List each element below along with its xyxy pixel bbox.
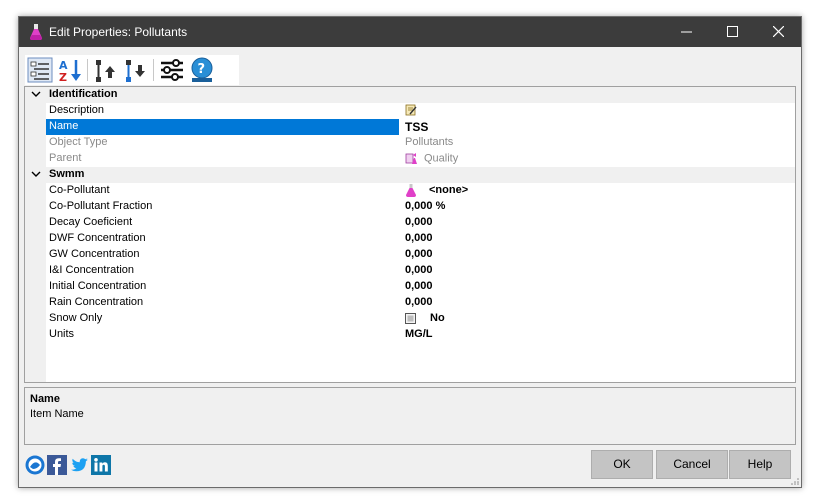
category-label: Swmm — [49, 168, 85, 180]
settings-button[interactable] — [159, 57, 185, 83]
property-name: Co-Pollutant — [49, 184, 110, 196]
property-name: Description — [49, 104, 105, 116]
property-name: GW Concentration — [49, 248, 140, 260]
property-value[interactable]: 0,000 — [405, 296, 785, 311]
twitter-icon[interactable] — [69, 455, 89, 475]
property-value[interactable]: MG/L — [405, 328, 785, 343]
help-icon: ? — [191, 57, 213, 82]
categorized-view-icon — [27, 57, 53, 83]
move-up-button[interactable] — [93, 57, 119, 83]
toolbar: A Z ? — [25, 55, 239, 85]
property-name: Parent — [49, 152, 82, 164]
property-name: Rain Concentration — [49, 296, 144, 308]
facebook-icon[interactable] — [47, 455, 67, 475]
settings-sliders-icon — [161, 59, 183, 81]
minimize-icon — [680, 31, 692, 33]
close-icon — [772, 25, 784, 38]
property-row-description[interactable]: Description — [25, 103, 795, 119]
window-title: Edit Properties: Pollutants — [49, 25, 188, 39]
flask-icon — [29, 24, 43, 40]
svg-text:?: ? — [198, 62, 206, 77]
quality-icon — [405, 153, 417, 164]
resize-grip-icon[interactable] — [791, 477, 799, 485]
edit-note-icon[interactable] — [405, 104, 417, 116]
property-row-rain-concentration[interactable]: Rain Concentration 0,000 — [25, 295, 795, 311]
property-value[interactable] — [405, 104, 785, 119]
property-name: Co-Pollutant Fraction — [49, 200, 153, 212]
move-down-icon — [126, 60, 145, 82]
property-row-initial-concentration[interactable]: Initial Concentration 0,000 — [25, 279, 795, 295]
property-row-object-type[interactable]: Object Type Pollutants — [25, 135, 795, 151]
move-up-icon — [96, 60, 115, 82]
property-row-snow-only[interactable]: Snow Only No — [25, 311, 795, 327]
selected-property-name[interactable]: Name — [46, 119, 399, 135]
maximize-icon — [726, 26, 738, 37]
property-row-units[interactable]: Units MG/L — [25, 327, 795, 343]
linkedin-icon[interactable] — [91, 455, 111, 475]
property-value[interactable]: No — [405, 312, 785, 327]
toolbar-separator — [153, 59, 154, 81]
categorized-view-button[interactable] — [27, 57, 53, 83]
title-bar[interactable]: Edit Properties: Pollutants — [19, 17, 801, 47]
property-value[interactable]: TSS — [405, 120, 785, 135]
property-row-gw-concentration[interactable]: GW Concentration 0,000 — [25, 247, 795, 263]
flask-icon — [406, 184, 416, 197]
property-name: Units — [49, 328, 75, 340]
property-grid: Identification Description Name TSS Obje… — [24, 86, 796, 383]
property-row-ii-concentration[interactable]: I&I Concentration 0,000 — [25, 263, 795, 279]
cancel-button[interactable]: Cancel — [656, 450, 728, 479]
help-toolbar-button[interactable]: ? — [189, 57, 215, 83]
checkbox-icon[interactable] — [405, 312, 416, 324]
property-row-parent[interactable]: Parent Quality — [25, 151, 795, 167]
property-name: Initial Concentration — [49, 280, 147, 292]
property-value[interactable]: 0,000 — [405, 264, 785, 279]
website-icon[interactable] — [25, 455, 45, 475]
property-value[interactable]: 0,000 — [405, 248, 785, 263]
sort-az-button[interactable]: A Z — [57, 57, 83, 84]
property-value: Quality — [405, 152, 785, 167]
property-value[interactable]: 0,000 % — [405, 200, 785, 215]
properties-dialog: Edit Properties: Pollutants A Z ? Identi… — [18, 16, 802, 488]
description-text: Item Name — [30, 408, 84, 420]
sort-az-icon: A Z — [59, 59, 81, 84]
toolbar-separator — [87, 59, 88, 81]
maximize-button[interactable] — [709, 17, 755, 47]
property-row-name[interactable]: Name TSS — [25, 119, 795, 135]
chevron-down-icon[interactable] — [31, 89, 41, 99]
property-name: I&I Concentration — [49, 264, 134, 276]
description-title: Name — [30, 393, 60, 405]
property-name: DWF Concentration — [49, 232, 146, 244]
svg-text:Z: Z — [59, 71, 67, 83]
category-identification[interactable]: Identification — [25, 87, 795, 103]
property-value[interactable]: 0,000 — [405, 280, 785, 295]
description-panel: Name Item Name — [24, 387, 796, 445]
category-swmm[interactable]: Swmm — [25, 167, 795, 183]
ok-button[interactable]: OK — [591, 450, 653, 479]
minimize-button[interactable] — [663, 17, 709, 47]
move-down-button[interactable] — [123, 57, 149, 83]
property-value[interactable]: 0,000 — [405, 232, 785, 247]
property-value[interactable]: <none> — [405, 184, 785, 199]
property-row-co-pollutant[interactable]: Co-Pollutant <none> — [25, 183, 795, 199]
property-value: Pollutants — [405, 136, 454, 148]
close-button[interactable] — [755, 17, 801, 47]
property-name: Decay Coeficient — [49, 216, 133, 228]
chevron-down-icon[interactable] — [31, 169, 41, 179]
property-row-decay-coeficient[interactable]: Decay Coeficient 0,000 — [25, 215, 795, 231]
property-name: Object Type — [49, 136, 108, 148]
property-row-co-pollutant-fraction[interactable]: Co-Pollutant Fraction 0,000 % — [25, 199, 795, 215]
category-label: Identification — [49, 88, 118, 100]
property-name: Snow Only — [49, 312, 103, 324]
property-row-dwf-concentration[interactable]: DWF Concentration 0,000 — [25, 231, 795, 247]
help-button[interactable]: Help — [729, 450, 791, 479]
property-value[interactable]: 0,000 — [405, 216, 785, 231]
